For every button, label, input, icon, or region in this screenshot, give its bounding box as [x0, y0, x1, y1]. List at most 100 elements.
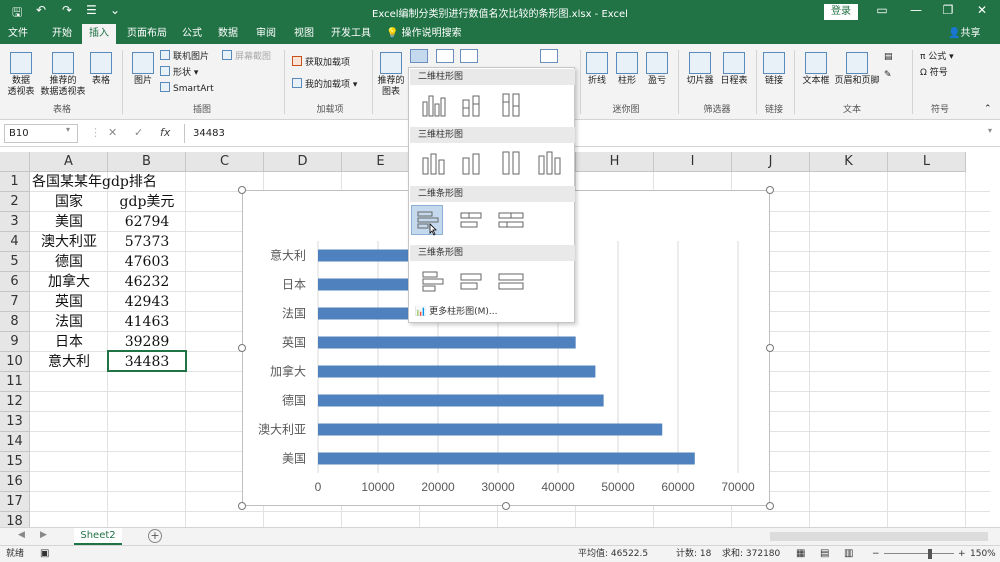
- restore-icon[interactable]: ❐: [938, 3, 958, 17]
- gdp-cell[interactable]: 41463: [108, 312, 186, 332]
- 100-stacked-column-icon[interactable]: [495, 90, 527, 120]
- row-header-3[interactable]: 3: [0, 212, 30, 232]
- stacked-bar-icon[interactable]: [455, 205, 487, 235]
- sparkline-winloss-button[interactable]: 盈亏: [644, 52, 670, 87]
- country-cell[interactable]: 美国: [30, 212, 108, 232]
- country-cell[interactable]: 法国: [30, 312, 108, 332]
- gdp-cell[interactable]: 57373: [108, 232, 186, 252]
- shapes-button[interactable]: 形状 ▾: [160, 66, 198, 80]
- row-header-14[interactable]: 14: [0, 432, 30, 452]
- header-footer-button[interactable]: 页眉和页脚: [834, 52, 880, 87]
- cancel-icon[interactable]: ✕: [108, 126, 117, 139]
- row-header-4[interactable]: 4: [0, 232, 30, 252]
- table-button[interactable]: 表格: [88, 52, 114, 87]
- country-cell[interactable]: 英国: [30, 292, 108, 312]
- column-header-i[interactable]: I: [654, 152, 732, 172]
- clustered-column-icon[interactable]: [417, 90, 449, 120]
- online-pictures-button[interactable]: 联机图片: [160, 50, 209, 64]
- zoom-out-icon[interactable]: −: [872, 546, 880, 562]
- country-cell[interactable]: 日本: [30, 332, 108, 352]
- country-cell[interactable]: 澳大利亚: [30, 232, 108, 252]
- bar-1[interactable]: [318, 423, 663, 436]
- tab-developer[interactable]: 开发工具: [326, 24, 376, 44]
- resize-handle-bl[interactable]: [238, 502, 246, 510]
- country-cell[interactable]: 加拿大: [30, 272, 108, 292]
- zoom-level[interactable]: 150%: [970, 546, 996, 562]
- timeline-button[interactable]: 日程表: [718, 52, 750, 87]
- ribbon-display-icon[interactable]: ▭: [872, 3, 892, 17]
- column-header-d[interactable]: D: [264, 152, 342, 172]
- gdp-cell[interactable]: 42943: [108, 292, 186, 312]
- 100-stacked-bar-icon[interactable]: [495, 205, 527, 235]
- row-header-2[interactable]: 2: [0, 192, 30, 212]
- column-header-b[interactable]: B: [108, 152, 186, 172]
- zoom-slider-thumb[interactable]: [928, 549, 932, 559]
- picture-button[interactable]: 图片: [130, 52, 156, 87]
- row-header-17[interactable]: 17: [0, 492, 30, 512]
- 3d-100-stacked-bar-icon[interactable]: [495, 266, 527, 296]
- link-button[interactable]: 链接: [762, 52, 786, 87]
- more-text-icon[interactable]: ▤: [884, 50, 893, 64]
- page-break-view-icon[interactable]: ▥: [844, 546, 853, 562]
- enter-icon[interactable]: ✓: [134, 126, 143, 139]
- row-header-5[interactable]: 5: [0, 252, 30, 272]
- resize-handle-tr[interactable]: [766, 186, 774, 194]
- get-addins-button[interactable]: 获取加载项: [292, 56, 350, 70]
- stacked-column-icon[interactable]: [455, 90, 487, 120]
- column-header-h[interactable]: H: [576, 152, 654, 172]
- tab-view[interactable]: 视图: [288, 24, 320, 44]
- textbox-button[interactable]: 文本框: [800, 52, 832, 87]
- bar-0[interactable]: [318, 452, 695, 465]
- row-header-12[interactable]: 12: [0, 392, 30, 412]
- equation-button[interactable]: π 公式 ▾: [920, 50, 954, 64]
- resize-handle-b[interactable]: [502, 502, 510, 510]
- resize-handle-l[interactable]: [238, 344, 246, 352]
- gdp-cell[interactable]: 39289: [108, 332, 186, 352]
- next-sheet-icon[interactable]: ▶: [40, 530, 47, 540]
- row-header-8[interactable]: 8: [0, 312, 30, 332]
- normal-view-icon[interactable]: ▦: [796, 546, 805, 562]
- close-icon[interactable]: ✕: [972, 3, 992, 17]
- row-header-10[interactable]: 10: [0, 352, 30, 372]
- clustered-bar-icon[interactable]: [411, 205, 443, 236]
- minimize-icon[interactable]: —: [906, 3, 926, 17]
- resize-handle-tl[interactable]: [238, 186, 246, 194]
- add-sheet-icon[interactable]: +: [148, 529, 162, 543]
- bar-2[interactable]: [318, 394, 604, 407]
- zoom-slider[interactable]: [884, 553, 954, 554]
- column-header-c[interactable]: C: [186, 152, 264, 172]
- tab-home[interactable]: 开始: [44, 24, 80, 44]
- sparkline-line-button[interactable]: 折线: [584, 52, 610, 87]
- gdp-cell[interactable]: 62794: [108, 212, 186, 232]
- name-box-dropdown-icon[interactable]: ▾: [66, 125, 70, 134]
- pivot-table-button[interactable]: 数据 透视表: [4, 52, 38, 98]
- more-column-charts-link[interactable]: 📊 更多柱形图(M)...: [415, 304, 497, 317]
- tab-file[interactable]: 文件: [0, 24, 36, 44]
- gdp-cell[interactable]: 46232: [108, 272, 186, 292]
- recommended-charts-button[interactable]: 推荐的 图表: [376, 52, 406, 98]
- formula-input[interactable]: 34483: [184, 124, 988, 143]
- tab-page-layout[interactable]: 页面布局: [122, 24, 172, 44]
- collapse-ribbon-icon[interactable]: ⌃: [984, 102, 992, 116]
- tab-formulas[interactable]: 公式: [176, 24, 208, 44]
- gdp-cell[interactable]: 47603: [108, 252, 186, 272]
- header-country-cell[interactable]: 国家: [30, 192, 108, 212]
- column-header-l[interactable]: L: [888, 152, 966, 172]
- tell-me-search[interactable]: 💡 操作说明搜索: [386, 24, 462, 44]
- title-cell[interactable]: 各国某某年gdp排名: [30, 172, 190, 192]
- screenshot-button[interactable]: 屏幕截图: [222, 50, 271, 64]
- column-chart-dropdown[interactable]: [410, 49, 428, 63]
- row-header-15[interactable]: 15: [0, 452, 30, 472]
- smartart-button[interactable]: SmartArt: [160, 82, 214, 96]
- sparkline-column-button[interactable]: 柱形: [614, 52, 640, 87]
- page-layout-view-icon[interactable]: ▤: [820, 546, 829, 562]
- bar-3[interactable]: [318, 365, 596, 378]
- 3d-stacked-column-icon[interactable]: [455, 148, 487, 178]
- row-header-18[interactable]: 18: [0, 512, 30, 528]
- login-button[interactable]: 登录: [824, 4, 858, 20]
- macro-record-icon[interactable]: ▣: [40, 546, 49, 562]
- tab-review[interactable]: 审阅: [250, 24, 282, 44]
- header-gdp-cell[interactable]: gdp美元: [108, 192, 186, 212]
- pivot-chart-icon[interactable]: [540, 49, 558, 63]
- row-header-1[interactable]: 1: [0, 172, 30, 192]
